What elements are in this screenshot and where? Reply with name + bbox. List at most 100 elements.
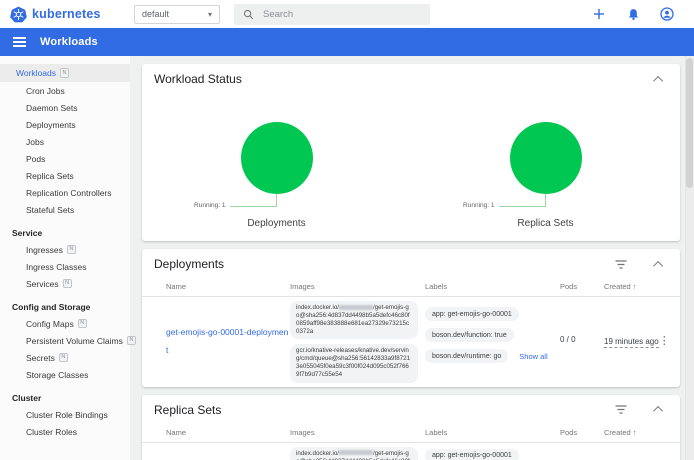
- label-chip: app: get-emojis-go-00001: [425, 449, 519, 460]
- card-title: Workload Status: [154, 72, 242, 86]
- sidebar-item-cluster-role-bindings[interactable]: Cluster Role Bindings: [0, 406, 130, 423]
- sidebar-item-label: Replication Controllers: [26, 188, 112, 198]
- image-chip: gcr.io/knative-releases/knative.dev/serv…: [290, 344, 418, 382]
- column-header-images: Images: [290, 428, 425, 437]
- sidebar-item-jobs[interactable]: Jobs: [0, 133, 130, 150]
- sidebar-item-label: Cluster Roles: [26, 427, 77, 437]
- top-app-bar: kubernetes default ▾: [0, 0, 694, 28]
- bell-icon: [627, 8, 640, 21]
- page-toolbar: Workloads: [0, 28, 694, 56]
- label-chip: boson.dev/function: true: [425, 328, 514, 342]
- sidebar-item-ingresses[interactable]: Ingresses N: [0, 241, 130, 258]
- table-row: get-emojis-go-00001-deployment index.doc…: [142, 297, 680, 387]
- sidebar-item-label: Ingresses: [26, 245, 63, 255]
- label-chip: app: get-emojis-go-00001: [425, 307, 519, 321]
- labels-cell: app: get-emojis-go-00001 boson.dev/funct…: [425, 443, 560, 460]
- chart-title: Replica Sets: [517, 218, 573, 229]
- sidebar-item-cluster-roles[interactable]: Cluster Roles: [0, 423, 130, 440]
- sidebar-item-deployments[interactable]: Deployments: [0, 116, 130, 133]
- notifications-button[interactable]: [625, 6, 641, 22]
- collapse-card-button[interactable]: [652, 73, 666, 85]
- filter-icon: [615, 260, 627, 269]
- redacted-text: [339, 305, 373, 310]
- scrollbar-thumb[interactable]: [686, 58, 693, 188]
- chevron-up-icon: [653, 260, 663, 270]
- column-header-labels: Labels: [425, 428, 560, 437]
- row-actions-menu-icon[interactable]: ⋮: [659, 335, 670, 347]
- column-header-images: Images: [290, 282, 425, 291]
- label-chip: boson.dev/runtime: go: [425, 349, 508, 363]
- menu-toggle-button[interactable]: [13, 37, 26, 47]
- kubernetes-logo[interactable]: kubernetes: [10, 6, 120, 23]
- show-all-link[interactable]: Show all: [519, 352, 547, 361]
- search-input[interactable]: [263, 9, 403, 20]
- search-bar[interactable]: [234, 4, 430, 25]
- pie-callout-line: [230, 194, 277, 207]
- sidebar-item-cron-jobs[interactable]: Cron Jobs: [0, 82, 130, 99]
- image-text: index.docker.io/: [296, 450, 339, 457]
- sidebar-item-label: Cron Jobs: [26, 86, 65, 96]
- pods-count: 0 / 0: [560, 443, 604, 460]
- sidebar-item-services[interactable]: Services N: [0, 275, 130, 292]
- replica-sets-card: Replica Sets Name Images Labels: [142, 395, 680, 460]
- namespaced-badge-icon: N: [67, 245, 76, 255]
- column-header-labels: Labels: [425, 282, 560, 291]
- topbar-actions: [591, 6, 684, 22]
- images-cell: index.docker.io//get-emojis-go@sha256:4d…: [290, 297, 425, 383]
- sidebar-item-label: Persistent Volume Claims: [26, 336, 123, 346]
- column-header-created[interactable]: Created ↑: [604, 428, 656, 437]
- pie-callout-line: [499, 194, 546, 207]
- image-text: gcr.io/knative-releases/knative.dev/serv…: [296, 347, 410, 378]
- collapse-card-button[interactable]: [652, 258, 666, 270]
- deployment-name-link[interactable]: get-emojis-go-00001-deployment: [166, 327, 288, 355]
- column-header-name[interactable]: Name: [166, 428, 290, 437]
- sidebar-item-replication-controllers[interactable]: Replication Controllers: [0, 184, 130, 201]
- sidebar-item-label: Stateful Sets: [26, 205, 74, 215]
- replica-sets-status-chart: Running: 1 Replica Sets: [411, 92, 680, 229]
- sidebar-item-workloads[interactable]: Workloads N: [0, 64, 130, 82]
- chevron-up-icon: [653, 75, 663, 85]
- chevron-up-icon: [653, 406, 663, 416]
- collapse-card-button[interactable]: [652, 404, 666, 416]
- namespaced-badge-icon: N: [63, 279, 72, 289]
- column-header-created[interactable]: Created ↑: [604, 282, 656, 291]
- sidebar-item-label: Cluster Role Bindings: [26, 410, 108, 420]
- filter-button[interactable]: [614, 404, 628, 416]
- sidebar-item-secrets[interactable]: Secrets N: [0, 349, 130, 366]
- search-icon: [243, 9, 254, 20]
- sidebar-item-ingress-classes[interactable]: Ingress Classes: [0, 258, 130, 275]
- namespace-selector[interactable]: default ▾: [134, 5, 220, 24]
- filter-button[interactable]: [614, 258, 628, 270]
- kubernetes-helm-icon: [10, 6, 27, 23]
- user-avatar-icon: [660, 7, 674, 21]
- scrollbar[interactable]: [685, 56, 694, 460]
- sidebar-item-replica-sets[interactable]: Replica Sets: [0, 167, 130, 184]
- namespaced-badge-icon: N: [78, 319, 87, 329]
- sidebar-item-config-maps[interactable]: Config Maps N: [0, 315, 130, 332]
- column-header-name[interactable]: Name: [166, 282, 290, 291]
- column-header-pods: Pods: [560, 282, 604, 291]
- sidebar-item-stateful-sets[interactable]: Stateful Sets: [0, 201, 130, 218]
- main-content: Workload Status Running: 1 Deployments: [130, 56, 694, 460]
- pie-running-slice: [510, 122, 582, 194]
- sidebar-item-label: Daemon Sets: [26, 103, 78, 113]
- created-relative-time[interactable]: 19 minutes ago: [604, 337, 659, 348]
- deployments-card: Deployments Name Images Labels: [142, 249, 680, 387]
- labels-cell: app: get-emojis-go-00001 boson.dev/funct…: [425, 297, 560, 363]
- chart-title: Deployments: [247, 218, 305, 229]
- workload-status-card: Workload Status Running: 1 Deployments: [142, 64, 680, 241]
- pie-callout-label: Running: 1: [463, 202, 494, 209]
- sidebar-item-persistent-volume-claims[interactable]: Persistent Volume Claims N: [0, 332, 130, 349]
- sidebar-item-label: Services: [26, 279, 59, 289]
- sidebar-item-pods[interactable]: Pods: [0, 150, 130, 167]
- sidebar-item-daemon-sets[interactable]: Daemon Sets: [0, 99, 130, 116]
- image-text: index.docker.io/: [296, 304, 339, 311]
- sidebar-section-cluster: Cluster: [0, 389, 130, 406]
- pods-count: 0 / 0: [560, 335, 604, 344]
- create-resource-button[interactable]: [591, 6, 607, 22]
- sort-ascending-icon: ↑: [633, 282, 637, 291]
- hamburger-icon: [13, 37, 26, 39]
- user-menu-button[interactable]: [659, 6, 675, 22]
- sidebar-item-storage-classes[interactable]: Storage Classes: [0, 366, 130, 383]
- page-title: Workloads: [40, 36, 98, 48]
